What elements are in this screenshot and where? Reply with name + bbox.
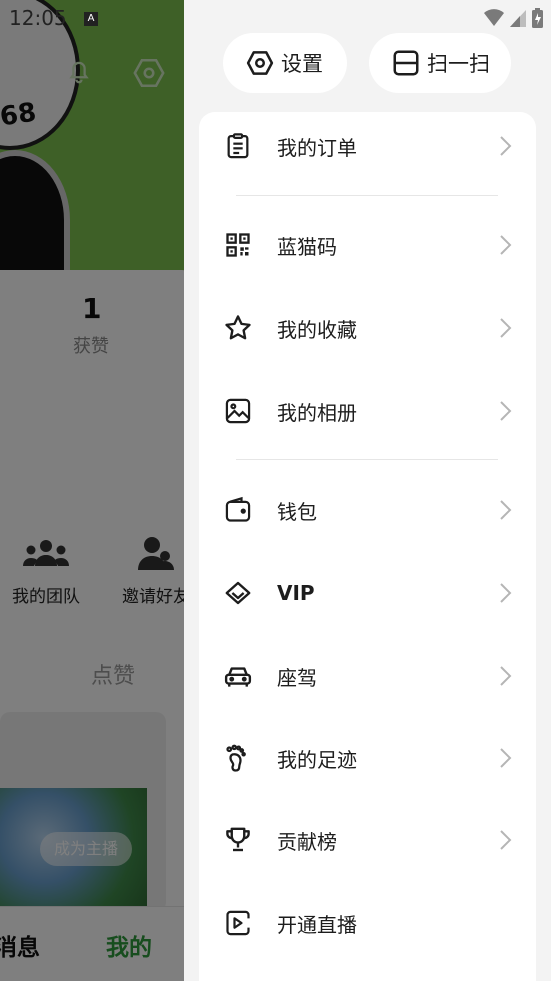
side-drawer: 设置 扫一扫 我的订单 蓝猫码 我的收藏 我的相册 钱包 VIP 座驾 我的足迹…	[184, 0, 551, 981]
chevron-right-icon	[500, 401, 512, 421]
settings-label: 设置	[281, 52, 323, 76]
menu-item-wallet[interactable]: 钱包	[199, 480, 536, 540]
star-icon	[223, 313, 253, 343]
chevron-right-icon	[500, 748, 512, 768]
menu-item-label: 我的收藏	[277, 317, 357, 342]
diamond-icon	[223, 578, 253, 608]
menu-item-label: VIP	[277, 581, 315, 605]
wifi-icon	[484, 9, 504, 26]
menu-item-label: 钱包	[277, 499, 317, 524]
menu-item-vehicle[interactable]: 座驾	[199, 646, 536, 706]
divider	[236, 459, 498, 460]
trophy-icon	[223, 825, 253, 855]
system-status-icons	[484, 8, 543, 28]
scan-label: 扫一扫	[427, 52, 490, 76]
chevron-right-icon	[500, 500, 512, 520]
car-icon	[223, 661, 253, 691]
status-time: 12:05	[9, 6, 67, 30]
menu-item-my-footprints[interactable]: 我的足迹	[199, 728, 536, 788]
qr-code-icon	[223, 230, 253, 260]
notification-icon: A	[84, 12, 98, 26]
chevron-right-icon	[500, 235, 512, 255]
menu-item-label: 我的足迹	[277, 747, 357, 772]
settings-button[interactable]: 设置	[223, 33, 347, 93]
chevron-right-icon	[500, 666, 512, 686]
photo-album-icon	[223, 396, 253, 426]
wallet-icon	[223, 495, 253, 525]
menu-item-my-album[interactable]: 我的相册	[199, 381, 536, 441]
signal-icon	[510, 10, 526, 27]
live-stream-icon	[223, 908, 253, 938]
scan-icon	[393, 50, 419, 76]
chevron-right-icon	[500, 583, 512, 603]
scan-button[interactable]: 扫一扫	[369, 33, 511, 93]
menu-item-label: 开通直播	[277, 912, 357, 937]
menu-item-label: 我的订单	[277, 135, 357, 160]
menu-item-vip[interactable]: VIP	[199, 563, 536, 623]
settings-icon	[246, 51, 274, 75]
chevron-right-icon	[500, 136, 512, 156]
menu-item-label: 蓝猫码	[277, 234, 337, 259]
menu-item-contribution-ranking[interactable]: 贡献榜	[199, 810, 536, 870]
chevron-right-icon	[500, 830, 512, 850]
menu-item-my-favorites[interactable]: 我的收藏	[199, 298, 536, 358]
drawer-menu: 我的订单 蓝猫码 我的收藏 我的相册 钱包 VIP 座驾 我的足迹 贡献榜 开通…	[199, 112, 536, 981]
menu-item-label: 贡献榜	[277, 829, 337, 854]
footprint-icon	[223, 743, 253, 773]
menu-item-start-live[interactable]: 开通直播	[199, 893, 536, 953]
menu-item-bluecat-code[interactable]: 蓝猫码	[199, 215, 536, 275]
order-list-icon	[223, 131, 253, 161]
chevron-right-icon	[500, 318, 512, 338]
menu-item-label: 我的相册	[277, 400, 357, 425]
divider	[236, 195, 498, 196]
battery-icon	[532, 8, 543, 28]
menu-item-my-orders[interactable]: 我的订单	[199, 116, 536, 176]
menu-item-label: 座驾	[277, 665, 317, 690]
